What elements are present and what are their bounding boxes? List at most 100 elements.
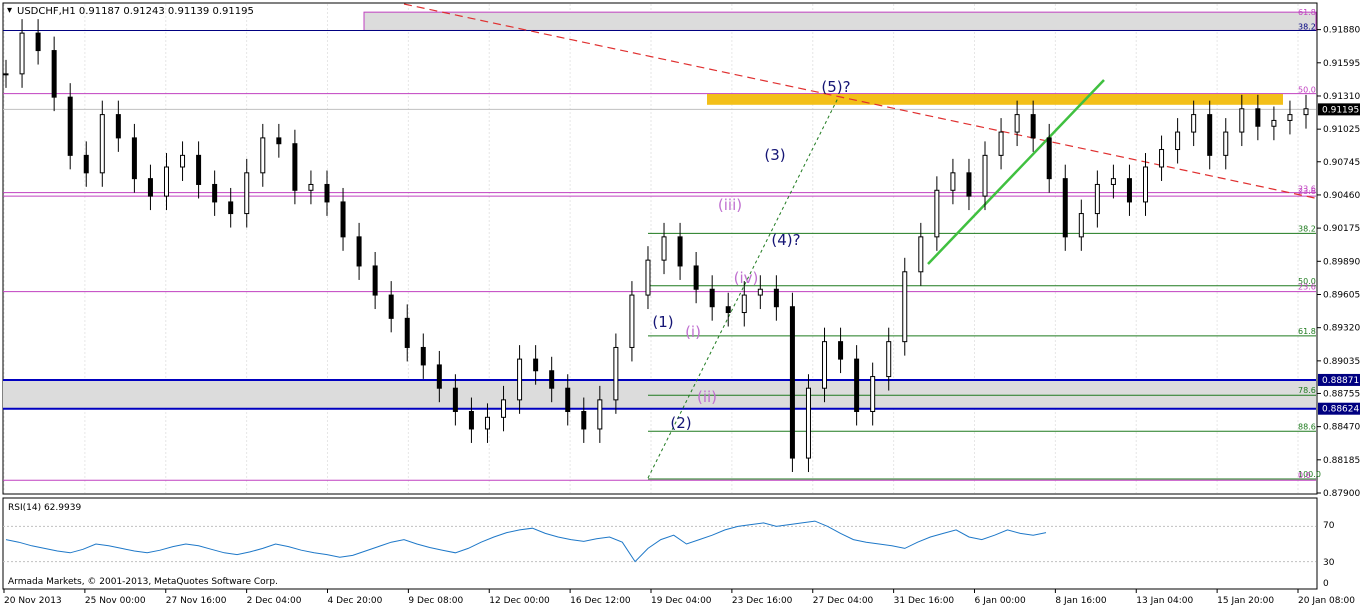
fib-label: 23.6	[1298, 283, 1316, 292]
price-tick-label: 0.91025	[1323, 125, 1360, 135]
candle-body	[212, 183, 218, 203]
time-tick-label: 19 Dec 04:00	[651, 596, 712, 606]
candle-body	[67, 96, 73, 156]
rsi-level-30: 30	[1323, 558, 1335, 568]
background	[0, 0, 1362, 608]
candle-body	[1094, 183, 1100, 215]
support-lower-price: 0.88624	[1322, 405, 1359, 415]
time-tick-label: 23 Dec 16:00	[732, 596, 793, 606]
candle-body	[35, 32, 41, 52]
candle-body	[1239, 108, 1245, 133]
candle-body	[709, 288, 715, 308]
triangle-down-icon[interactable]: ▾	[7, 5, 12, 16]
candle-body	[1207, 114, 1213, 156]
candle-body	[51, 50, 57, 98]
time-tick-label: 20 Jan 08:00	[1298, 596, 1355, 606]
time-tick-label: 27 Dec 04:00	[813, 596, 874, 606]
candle-body	[19, 32, 25, 75]
candle-body	[292, 143, 298, 191]
candle-body	[1078, 213, 1084, 238]
candle-body	[1046, 137, 1052, 180]
candle-body	[693, 265, 699, 290]
time-tick-label: 15 Jan 20:00	[1217, 596, 1274, 606]
rsi-level-70: 70	[1323, 521, 1335, 531]
wave-label: (i)	[685, 323, 701, 341]
candle-body	[1110, 178, 1116, 185]
chart-window: 61.8 38.2 50.0 23.6 23.6 38.2 50.0 23.6 61.8 78.…	[0, 0, 1362, 608]
wave-label: (5)?	[821, 78, 850, 96]
candle-body	[741, 294, 747, 314]
candle-body	[228, 201, 234, 215]
candle-body	[773, 288, 779, 308]
candle-body	[180, 154, 186, 168]
candle-body	[404, 317, 410, 348]
candle-body	[934, 189, 940, 238]
candle-body	[597, 399, 603, 430]
candle-body	[1303, 108, 1309, 116]
time-tick-label: 13 Jan 04:00	[1136, 596, 1193, 606]
candle-body	[661, 236, 667, 261]
candle-body	[533, 358, 539, 372]
time-tick-label: 6 Jan 00:00	[975, 596, 1027, 606]
price-tick-label: 0.89320	[1323, 324, 1360, 334]
candle-body	[147, 178, 153, 197]
support-zone	[3, 379, 1316, 409]
candle-body	[1255, 108, 1261, 127]
candle-body	[468, 411, 474, 430]
wave-label: (3)	[764, 146, 785, 164]
candle-body	[677, 236, 683, 267]
fib-label: 0.0	[1298, 471, 1311, 480]
candle-body	[99, 114, 105, 174]
candle-body	[244, 172, 250, 215]
candle-body	[966, 172, 972, 197]
candle-body	[757, 288, 763, 296]
candle-body	[870, 376, 876, 413]
rsi-label: RSI(14) 62.9939	[8, 503, 81, 513]
candle-body	[886, 341, 892, 378]
candle-body	[950, 172, 956, 191]
candle-body	[1126, 178, 1132, 203]
resistance-zone	[707, 93, 1283, 105]
wave-label: (iii)	[718, 196, 742, 214]
fib-magenta-label: 50.0	[1298, 86, 1316, 95]
price-chart[interactable]: 61.838.250.023.6 23.638.250.023.661.878.…	[0, 0, 1362, 608]
candle-body	[918, 236, 924, 273]
price-tick-label: 0.89890	[1323, 257, 1360, 267]
price-tick-label: 0.90460	[1323, 191, 1360, 201]
candle-body	[1062, 178, 1068, 238]
candle-body	[163, 166, 169, 197]
time-tick-label: 9 Dec 08:00	[408, 596, 463, 606]
candle-body	[452, 387, 458, 413]
candle-body	[260, 137, 266, 174]
candle-body	[1014, 114, 1020, 133]
candle-body	[998, 131, 1004, 156]
support-upper-price: 0.88871	[1322, 376, 1359, 386]
candle-body	[1223, 131, 1229, 156]
time-tick-label: 25 Nov 00:00	[85, 596, 146, 606]
candle-body	[115, 114, 121, 139]
fib-top-label: 61.8	[1298, 8, 1316, 17]
candle-body	[1287, 114, 1293, 121]
price-tick-label: 0.90745	[1323, 158, 1360, 168]
candle-body	[822, 341, 828, 389]
candle-body	[436, 364, 442, 389]
price-tick-label: 0.89605	[1323, 290, 1360, 300]
candle-body	[420, 346, 426, 366]
candle-body	[1191, 114, 1197, 133]
wave-label: (1)	[652, 313, 673, 331]
price-tick-label: 0.90175	[1323, 224, 1360, 234]
candle-body	[3, 73, 9, 76]
time-tick-label: 27 Nov 16:00	[166, 596, 227, 606]
candle-body	[565, 387, 571, 413]
price-tick-label: 0.88755	[1323, 389, 1360, 399]
copyright-text: Armada Markets, © 2001-2013, MetaQuotes …	[8, 577, 278, 587]
current-price-label: 0.91195	[1322, 105, 1359, 115]
time-tick-label: 16 Dec 12:00	[570, 596, 631, 606]
fib-top-label: 38.2	[1298, 22, 1316, 31]
wave-label: (ii)	[697, 388, 717, 406]
time-tick-label: 8 Jan 16:00	[1055, 596, 1107, 606]
candle-body	[356, 236, 362, 267]
candle-body	[854, 358, 860, 413]
price-tick-label: 0.89035	[1323, 357, 1360, 367]
price-tick-label: 0.88185	[1323, 456, 1360, 466]
